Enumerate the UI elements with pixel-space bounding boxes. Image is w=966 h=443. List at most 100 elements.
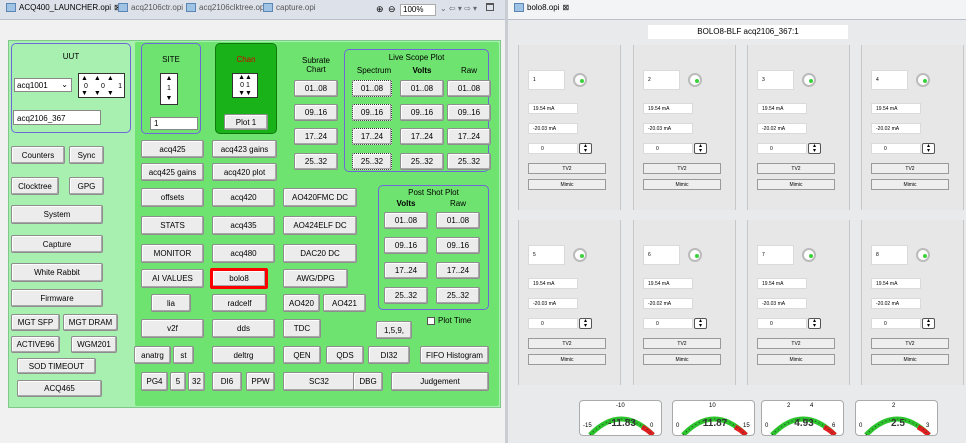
dds-button[interactable]: dds (212, 319, 275, 338)
subrate-17-24-button[interactable]: 17..24 (294, 128, 338, 145)
acq420-plot-button[interactable]: acq420 plot (212, 163, 277, 181)
offsets-button[interactable]: offsets (141, 188, 204, 207)
chan-spinner[interactable]: ▲▲ 0 1 ▼▼ (232, 73, 258, 98)
acq420-button[interactable]: acq420 (212, 188, 275, 207)
di32-button[interactable]: DI32 (368, 346, 410, 364)
post-shot-button[interactable]: 25..32 (436, 287, 480, 304)
clocktree-button[interactable]: Clocktree (11, 177, 59, 195)
tv2-button[interactable]: TV2 (757, 338, 835, 349)
mimic-button[interactable]: Mimic (757, 179, 835, 190)
white-rabbit-button[interactable]: White Rabbit (11, 263, 103, 282)
firmware-button[interactable]: Firmware (11, 289, 103, 307)
acq425-button[interactable]: acq425 (141, 140, 204, 158)
anatrg-button[interactable]: anatrg (134, 346, 171, 364)
acq435-button[interactable]: acq435 (212, 216, 275, 235)
ao424elf-dc-button[interactable]: AO424ELF DC (283, 216, 357, 235)
tab-capture[interactable]: capture.opi (263, 3, 316, 12)
subrate-25-32-button[interactable]: 25..32 (294, 153, 338, 170)
sc32-button[interactable]: SC32 (283, 372, 355, 391)
thirty-two-button[interactable]: 32 (188, 372, 205, 391)
five-button[interactable]: 5 (170, 372, 186, 391)
tv2-button[interactable]: TV2 (643, 163, 721, 174)
sod-timeout-button[interactable]: SOD TIMEOUT (17, 358, 96, 374)
mimic-button[interactable]: Mimic (871, 179, 949, 190)
judgement-button[interactable]: Judgement (391, 372, 489, 391)
site-spinner[interactable]: ▲ 1 ▼ (160, 73, 178, 105)
tab-acq400-launcher[interactable]: ACQ400_LAUNCHER.opi⊠ (6, 3, 121, 12)
tv2-button[interactable]: TV2 (528, 163, 606, 174)
di6-button[interactable]: DI6 (212, 372, 242, 391)
spinner-arrows-icon[interactable]: ▴ ▾ (694, 143, 707, 154)
tv2-button[interactable]: TV2 (871, 338, 949, 349)
live-scope-button[interactable]: 01..08 (400, 80, 444, 97)
live-scope-button[interactable]: 01..08 (447, 80, 491, 97)
live-scope-button[interactable]: 25..32 (352, 153, 392, 170)
spinner-arrows-icon[interactable]: ▴ ▾ (694, 318, 707, 329)
zoom-combo[interactable]: 100% (400, 4, 436, 16)
qds-button[interactable]: QDS (326, 346, 364, 364)
pg4-button[interactable]: PG4 (141, 372, 168, 391)
post-shot-button[interactable]: 01..08 (436, 212, 480, 229)
spin-down-icons[interactable]: ▼▼▼ (81, 90, 120, 97)
mgt-dram-button[interactable]: MGT DRAM (63, 314, 118, 331)
post-shot-button[interactable]: 17..24 (436, 262, 480, 279)
dac20-dc-button[interactable]: DAC20 DC (283, 244, 357, 263)
close-icon[interactable]: ⊠ (562, 3, 569, 12)
mimic-button[interactable]: Mimic (528, 354, 606, 365)
tv2-button[interactable]: TV2 (528, 338, 606, 349)
spinner-arrows-icon[interactable]: ▴ ▾ (922, 318, 935, 329)
acq465-button[interactable]: ACQ465 (17, 380, 102, 397)
fifo-histogram-button[interactable]: FIFO Histogram (420, 346, 489, 364)
post-shot-button[interactable]: 25..32 (384, 287, 428, 304)
spin-up-icons[interactable]: ▲▲▲ (81, 75, 120, 82)
spinner-arrows-icon[interactable]: ▴ ▾ (808, 143, 821, 154)
tab-acq2106clktree[interactable]: acq2106clktree.opi (186, 3, 266, 12)
acq480-button[interactable]: acq480 (212, 244, 275, 263)
post-shot-button[interactable]: 09..16 (436, 237, 480, 254)
tab-acq2106ctr[interactable]: acq2106ctr.opi (118, 3, 183, 12)
spinner-arrows-icon[interactable]: ▴ ▾ (922, 143, 935, 154)
mimic-button[interactable]: Mimic (871, 354, 949, 365)
plot-1-button[interactable]: Plot 1 (224, 114, 268, 130)
radcelf-button[interactable]: radcelf (212, 294, 267, 312)
spinner-arrows-icon[interactable]: ▴ ▾ (579, 143, 592, 154)
live-scope-button[interactable]: 09..16 (447, 104, 491, 121)
spinner-arrows-icon[interactable]: ▴ ▾ (808, 318, 821, 329)
mgt-sfp-button[interactable]: MGT SFP (11, 314, 60, 331)
channel-spin-value[interactable]: 0 (528, 143, 578, 154)
channel-spin-value[interactable]: 0 (757, 143, 807, 154)
uut-host-input[interactable]: acq2106_367 (13, 110, 101, 125)
tv2-button[interactable]: TV2 (871, 163, 949, 174)
post-shot-button[interactable]: 09..16 (384, 237, 428, 254)
live-scope-button[interactable]: 09..16 (352, 104, 392, 121)
sync-button[interactable]: Sync (69, 146, 104, 164)
channel-spin-value[interactable]: 0 (871, 318, 921, 329)
live-scope-button[interactable]: 09..16 (400, 104, 444, 121)
ao421-button[interactable]: AO421 (323, 294, 366, 312)
live-scope-button[interactable]: 25..32 (400, 153, 444, 170)
acq425-gains-button[interactable]: acq425 gains (141, 163, 204, 181)
live-scope-button[interactable]: 25..32 (447, 153, 491, 170)
monitor-button[interactable]: MONITOR (141, 244, 204, 263)
zoom-in-icon[interactable]: ⊕ (376, 4, 384, 15)
live-scope-button[interactable]: 17..24 (352, 128, 392, 145)
acq423-gains-button[interactable]: acq423 gains (212, 140, 277, 158)
post-shot-button[interactable]: 01..08 (384, 212, 428, 229)
counters-button[interactable]: Counters (11, 146, 65, 164)
ai-values-button[interactable]: AI VALUES (141, 269, 204, 288)
mimic-button[interactable]: Mimic (643, 179, 721, 190)
awg-dpg-button[interactable]: AWG/DPG (283, 269, 348, 288)
live-scope-button[interactable]: 17..24 (447, 128, 491, 145)
ao420-button[interactable]: AO420 (283, 294, 320, 312)
st-button[interactable]: st (173, 346, 194, 364)
navigation-arrows-icon[interactable]: ⌄ ⇦ ▾ ⇨ ▾ (440, 4, 477, 13)
stats-button[interactable]: STATS (141, 216, 204, 235)
maximize-icon[interactable] (486, 3, 494, 11)
one-five-nine-button[interactable]: 1,5,9, (376, 321, 412, 339)
post-shot-button[interactable]: 17..24 (384, 262, 428, 279)
deltrg-button[interactable]: deltrg (212, 346, 275, 364)
spinner-arrows-icon[interactable]: ▴ ▾ (579, 318, 592, 329)
plot-time-checkbox[interactable] (427, 317, 435, 325)
subrate-09-16-button[interactable]: 09..16 (294, 104, 338, 121)
channel-spin-value[interactable]: 0 (643, 318, 693, 329)
